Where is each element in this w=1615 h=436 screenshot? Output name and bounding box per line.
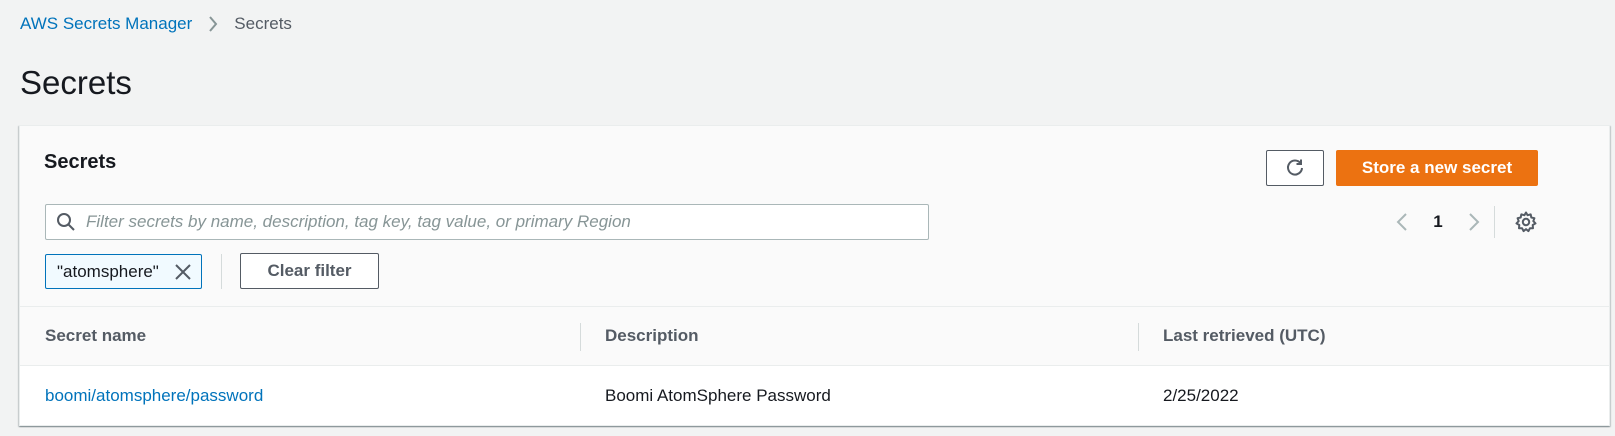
token-divider: [221, 254, 222, 289]
secret-description: Boomi AtomSphere Password: [605, 385, 831, 405]
search-box: [45, 204, 929, 240]
filter-token-label: "atomsphere": [57, 261, 159, 281]
breadcrumb-link-secrets-manager[interactable]: AWS Secrets Manager: [20, 14, 192, 34]
store-new-secret-button[interactable]: Store a new secret: [1336, 150, 1538, 186]
secret-last-retrieved: 2/25/2022: [1163, 385, 1239, 405]
page-number[interactable]: 1: [1420, 212, 1456, 232]
secret-name-link[interactable]: boomi/atomsphere/password: [45, 366, 263, 425]
next-page-button[interactable]: [1456, 206, 1492, 238]
refresh-icon: [1285, 158, 1305, 178]
pagination: 1: [1384, 206, 1492, 238]
remove-filter-button[interactable]: [165, 255, 201, 288]
previous-page-button[interactable]: [1384, 206, 1420, 238]
page-title: Secrets: [20, 64, 132, 101]
preferences-button[interactable]: [1510, 206, 1542, 238]
chevron-right-icon: [208, 16, 218, 32]
close-icon: [175, 263, 191, 280]
refresh-button[interactable]: [1266, 150, 1324, 186]
clear-filter-button[interactable]: Clear filter: [240, 253, 379, 289]
column-header-description[interactable]: Description: [605, 307, 699, 365]
filter-token: "atomsphere": [45, 254, 202, 289]
table-header: Secret name Description Last retrieved (…: [20, 306, 1609, 366]
chevron-left-icon: [1396, 212, 1408, 232]
column-divider: [1138, 323, 1139, 351]
column-header-secret-name[interactable]: Secret name: [45, 307, 146, 365]
panel-title: Secrets: [44, 151, 117, 173]
pager-divider: [1494, 206, 1495, 238]
breadcrumb: AWS Secrets Manager Secrets: [20, 13, 292, 35]
column-divider: [580, 323, 581, 351]
table-row: boomi/atomsphere/password Boomi AtomSphe…: [20, 366, 1609, 425]
search-icon: [46, 212, 86, 232]
secrets-panel: Secrets Store a new secret 1: [19, 125, 1610, 426]
breadcrumb-current: Secrets: [234, 14, 292, 33]
search-input[interactable]: [86, 205, 928, 239]
chevron-right-icon: [1468, 212, 1480, 232]
column-header-last-retrieved[interactable]: Last retrieved (UTC): [1163, 307, 1325, 365]
gear-icon: [1515, 211, 1537, 233]
